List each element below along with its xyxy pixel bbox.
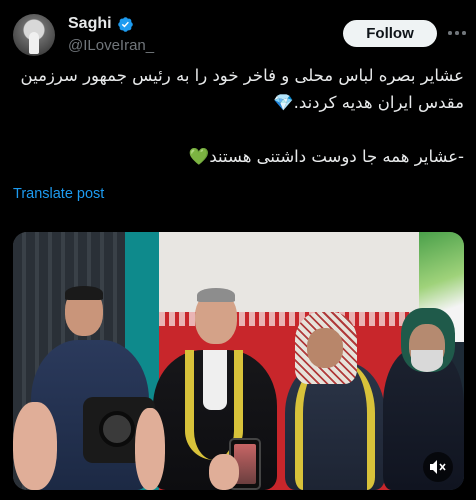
tweet-text: عشایر بصره لباس محلی و فاخر خود را به رئ… [12, 62, 464, 170]
translate-post-link[interactable]: Translate post [13, 186, 104, 202]
author-handle[interactable]: @ILoveIran_ [68, 37, 154, 54]
tweet-line: مقدس ایران هدیه کردند.💎 [273, 93, 464, 112]
volume-muted-icon[interactable] [423, 452, 453, 482]
person-shirt [203, 350, 227, 410]
tweet-line: عشایر بصره لباس محلی و فاخر خود را به رئ… [20, 66, 464, 85]
hand [209, 454, 239, 490]
person-head [307, 328, 343, 368]
person-hair [197, 288, 235, 302]
post-header: Saghi @ILoveIran_ Follow [0, 0, 476, 64]
more-options-icon[interactable] [447, 26, 467, 40]
verified-badge-icon [117, 16, 133, 32]
hand [13, 402, 57, 490]
video-player[interactable] [13, 232, 464, 490]
follow-button[interactable]: Follow [343, 20, 437, 47]
person-beard [411, 350, 443, 372]
author-name-row: Saghi [68, 15, 134, 33]
person-hair [65, 286, 103, 300]
author-name[interactable]: Saghi [68, 15, 112, 33]
tweet-line: -عشایر همه جا دوست داشتنی هستند💚 [188, 147, 464, 166]
hand [135, 408, 165, 490]
avatar[interactable] [13, 14, 55, 56]
